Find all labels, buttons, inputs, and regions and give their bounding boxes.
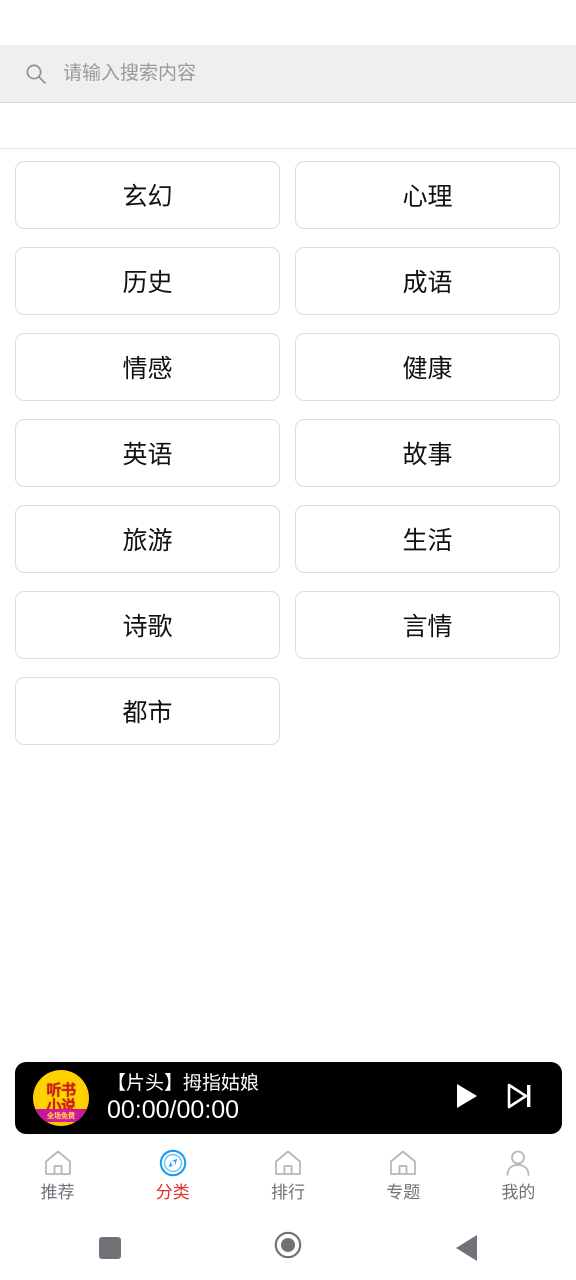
mini-player[interactable]: 听书 小说 全场免费 【片头】拇指姑娘 00:00/00:00 xyxy=(15,1062,562,1134)
home-icon xyxy=(386,1148,420,1178)
square-recents-icon xyxy=(99,1236,121,1259)
home-icon xyxy=(41,1148,75,1178)
search-icon xyxy=(25,63,47,85)
track-time: 00:00/00:00 xyxy=(107,1095,240,1124)
category-button[interactable]: 都市 xyxy=(15,677,280,745)
album-art-line1: 听书 xyxy=(46,1081,76,1099)
category-button[interactable]: 情感 xyxy=(15,333,280,401)
category-button[interactable]: 旅游 xyxy=(15,505,280,573)
play-button[interactable] xyxy=(438,1071,492,1125)
category-button[interactable]: 故事 xyxy=(295,419,560,487)
category-button[interactable]: 玄幻 xyxy=(15,161,280,229)
album-art-ribbon: 全场免费 xyxy=(33,1109,89,1122)
category-button[interactable]: 诗歌 xyxy=(15,591,280,659)
category-button[interactable]: 言情 xyxy=(295,591,560,659)
status-bar xyxy=(0,0,576,45)
category-button[interactable]: 成语 xyxy=(295,247,560,315)
app-root: 玄幻 心理 历史 成语 情感 健康 英语 故事 旅游 生活 诗歌 言情 都市 听… xyxy=(0,0,576,1280)
category-button[interactable]: 英语 xyxy=(15,419,280,487)
home-button[interactable] xyxy=(233,1215,343,1280)
circle-home-icon xyxy=(273,1230,303,1265)
tab-label: 我的 xyxy=(501,1182,536,1202)
triangle-back-icon xyxy=(455,1234,477,1261)
track-info: 【片头】拇指姑娘 00:00/00:00 xyxy=(89,1072,438,1125)
tab-label: 推荐 xyxy=(40,1182,75,1202)
content-divider xyxy=(0,103,576,149)
category-button[interactable]: 心理 xyxy=(295,161,560,229)
category-button[interactable]: 健康 xyxy=(295,333,560,401)
tab-label: 排行 xyxy=(271,1182,305,1202)
recents-button[interactable] xyxy=(55,1215,165,1280)
tab-recommend[interactable]: 推荐 xyxy=(0,1148,115,1202)
tab-mine[interactable]: 我的 xyxy=(461,1148,576,1202)
back-button[interactable] xyxy=(411,1215,521,1280)
tab-label: 分类 xyxy=(155,1182,190,1202)
tab-category[interactable]: 分类 xyxy=(115,1148,230,1202)
category-button[interactable]: 历史 xyxy=(15,247,280,315)
category-button[interactable]: 生活 xyxy=(295,505,560,573)
search-input[interactable] xyxy=(63,58,483,89)
person-icon xyxy=(501,1148,535,1178)
tab-topic[interactable]: 专题 xyxy=(346,1148,461,1202)
next-track-button[interactable] xyxy=(492,1071,546,1125)
category-grid: 玄幻 心理 历史 成语 情感 健康 英语 故事 旅游 生活 诗歌 言情 都市 xyxy=(0,161,576,745)
play-icon xyxy=(448,1079,482,1118)
player-controls xyxy=(438,1071,546,1125)
next-track-icon xyxy=(503,1080,535,1117)
bottom-tab-bar: 推荐 分类 排行 专题 我的 xyxy=(0,1134,576,1215)
tab-ranking[interactable]: 排行 xyxy=(230,1148,345,1202)
album-art: 听书 小说 全场免费 xyxy=(33,1070,89,1126)
search-bar[interactable] xyxy=(0,45,576,103)
home-icon xyxy=(271,1148,305,1178)
track-title: 【片头】拇指姑娘 xyxy=(107,1072,260,1094)
system-navigation-bar xyxy=(0,1215,576,1280)
tab-label: 专题 xyxy=(386,1182,421,1202)
compass-icon xyxy=(156,1148,190,1178)
